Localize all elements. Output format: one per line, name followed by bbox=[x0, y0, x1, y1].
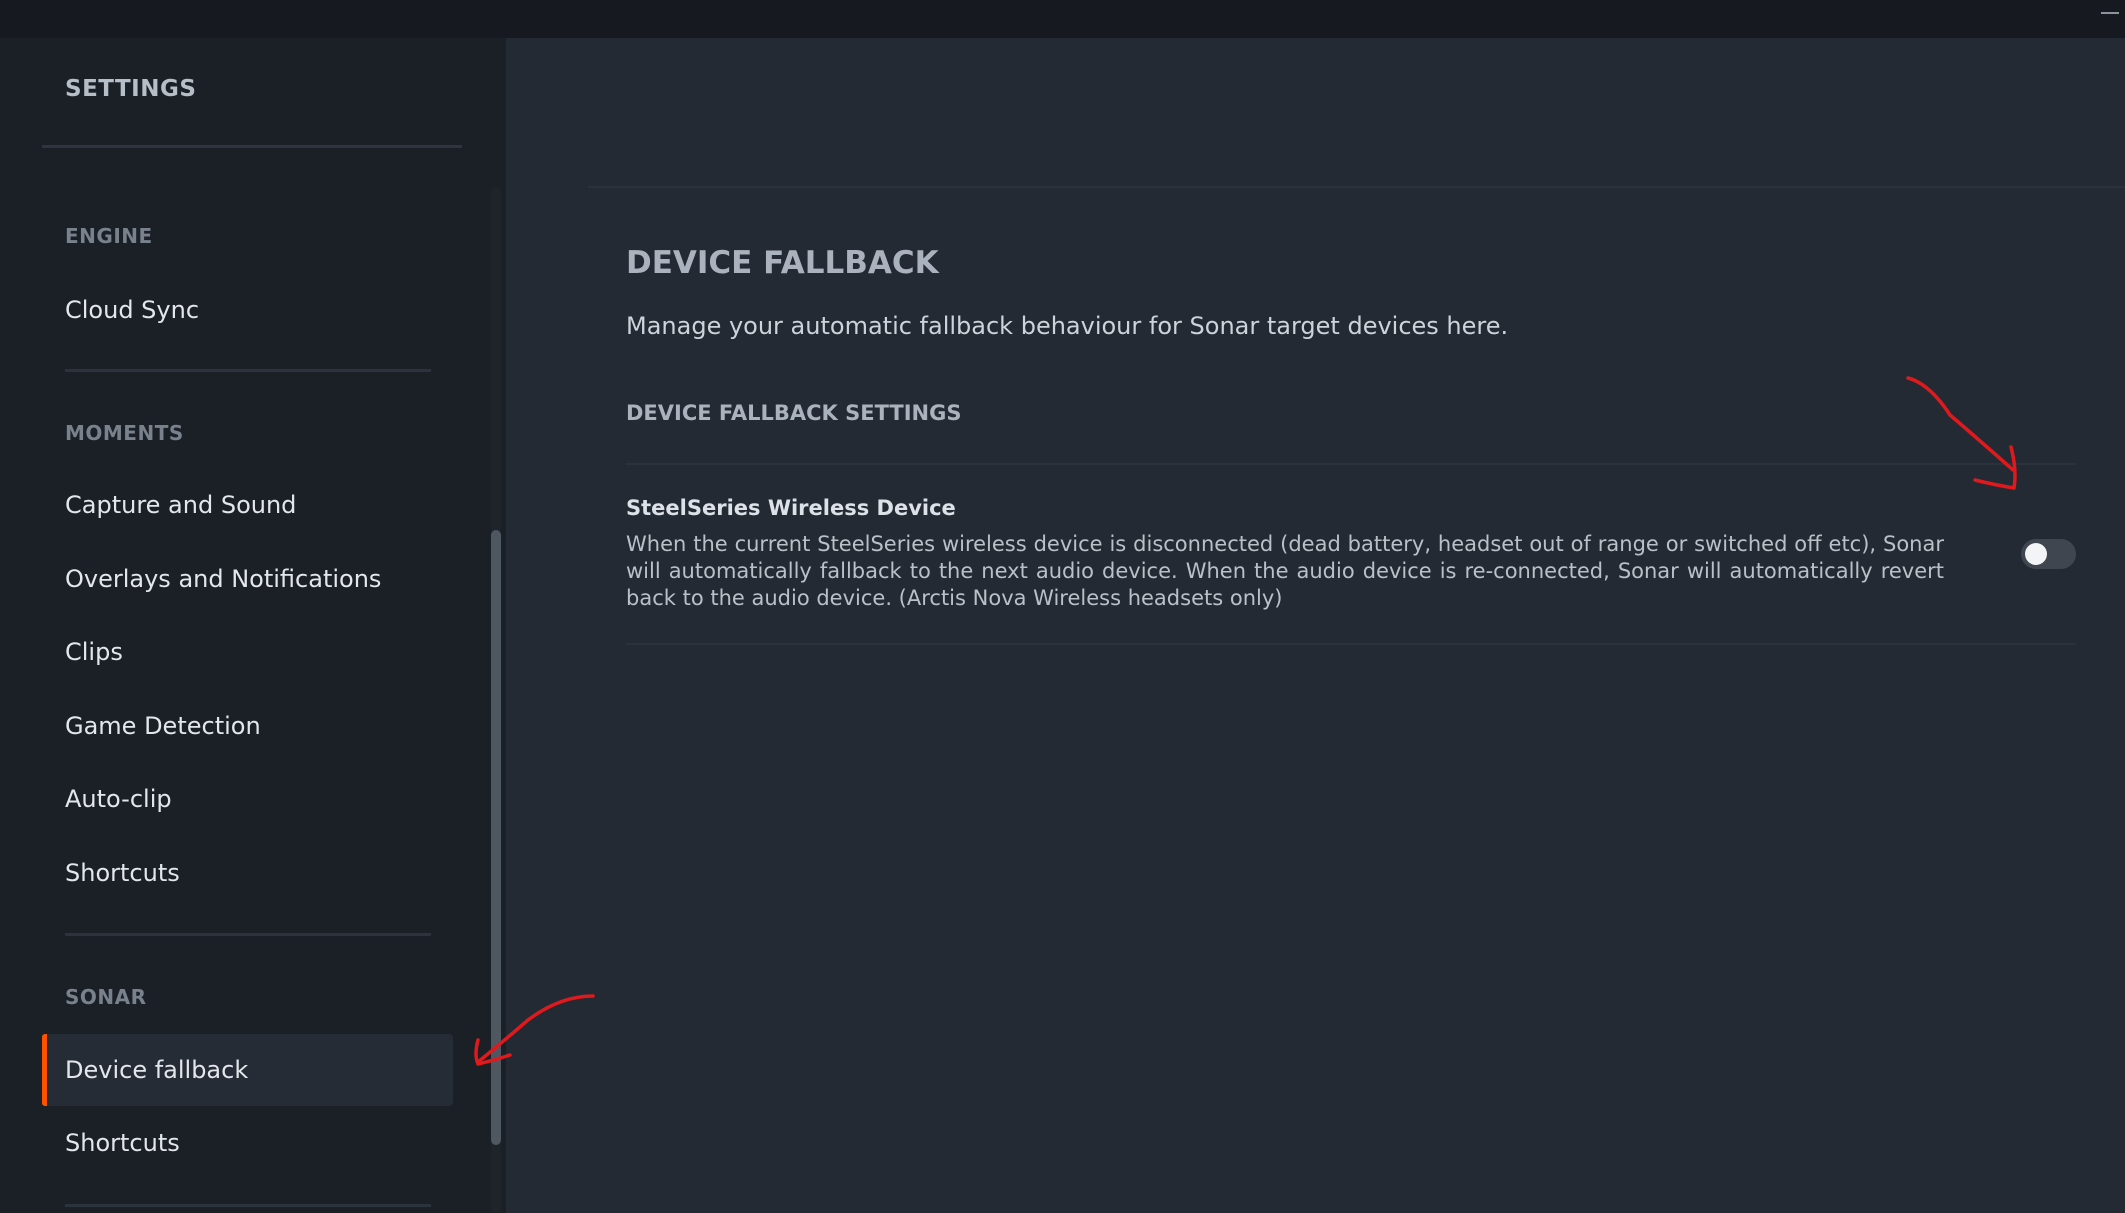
sidebar-item-game-detection[interactable]: Game Detection bbox=[42, 690, 453, 762]
divider bbox=[65, 369, 431, 372]
section-header-moments: MOMENTS bbox=[65, 421, 184, 445]
sidebar-item-device-fallback[interactable]: Device fallback bbox=[42, 1034, 453, 1106]
sidebar-item-auto-clip[interactable]: Auto-clip bbox=[42, 763, 453, 835]
sidebar-item-moments-shortcuts[interactable]: Shortcuts bbox=[42, 837, 453, 909]
sidebar-scrollbar-thumb[interactable] bbox=[491, 530, 501, 1145]
sidebar-item-overlays-and-notifications[interactable]: Overlays and Notifications bbox=[42, 543, 453, 615]
section-header-sonar: SONAR bbox=[65, 985, 147, 1009]
minimize-icon[interactable] bbox=[2091, 0, 2125, 26]
divider bbox=[65, 1204, 431, 1207]
divider bbox=[42, 145, 462, 148]
option-title: SteelSeries Wireless Device bbox=[626, 496, 956, 520]
sidebar-item-capture-and-sound[interactable]: Capture and Sound bbox=[42, 469, 453, 541]
settings-section-header: DEVICE FALLBACK SETTINGS bbox=[626, 401, 962, 425]
divider bbox=[626, 463, 2076, 465]
divider bbox=[588, 186, 2125, 188]
wireless-fallback-toggle[interactable] bbox=[2021, 539, 2076, 569]
sidebar-item-sonar-shortcuts[interactable]: Shortcuts bbox=[42, 1107, 453, 1179]
settings-title: SETTINGS bbox=[65, 76, 197, 102]
page-title: DEVICE FALLBACK bbox=[626, 245, 939, 281]
page-description: Manage your automatic fallback behaviour… bbox=[626, 312, 1509, 340]
sidebar-item-clips[interactable]: Clips bbox=[42, 616, 453, 688]
divider bbox=[626, 643, 2076, 645]
title-bar bbox=[0, 0, 2125, 38]
section-header-engine: ENGINE bbox=[65, 224, 153, 248]
option-description: When the current SteelSeries wireless de… bbox=[626, 532, 1944, 610]
sidebar-item-cloud-sync[interactable]: Cloud Sync bbox=[42, 274, 453, 346]
annotation-arrow-icon bbox=[1906, 376, 2017, 490]
divider bbox=[65, 933, 431, 936]
toggle-knob bbox=[2025, 543, 2047, 565]
